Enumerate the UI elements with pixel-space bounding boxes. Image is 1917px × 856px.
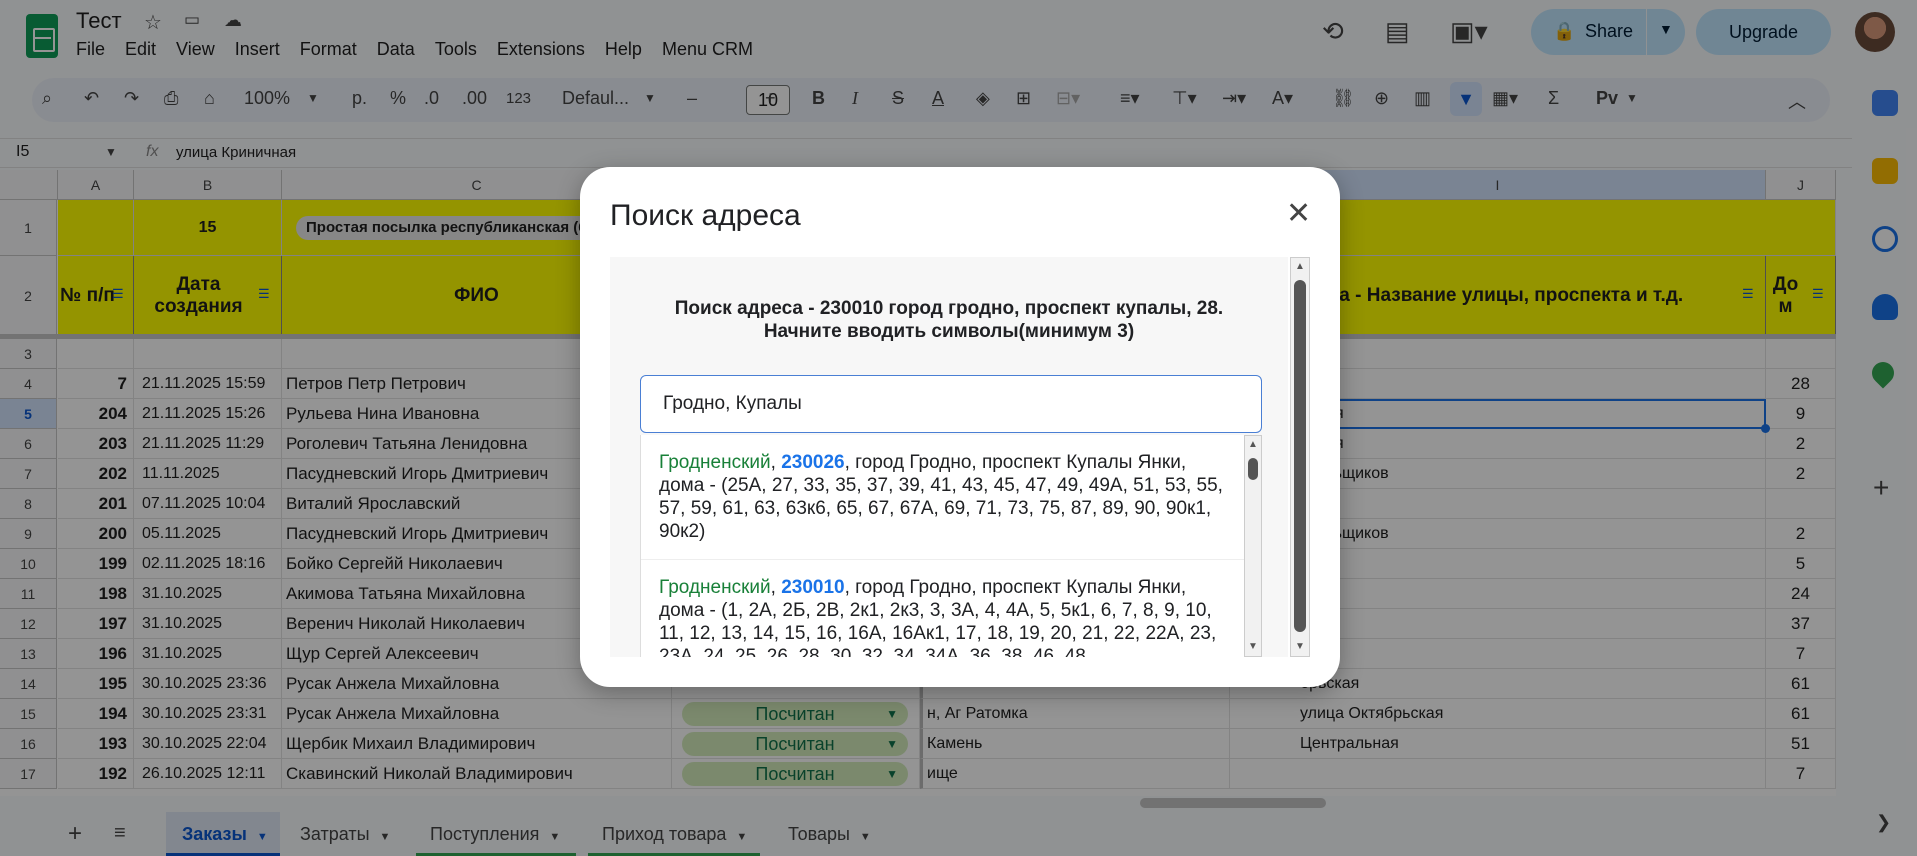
- address-search-input[interactable]: [640, 375, 1262, 433]
- dialog-scrollbar[interactable]: ▲ ▼: [1290, 257, 1310, 657]
- instruction-text: Поиск адреса - 230010 город гродно, прос…: [610, 297, 1288, 343]
- results-scrollbar[interactable]: ▲ ▼: [1244, 435, 1262, 657]
- instruction-line-1: Поиск адреса - 230010 город гродно, прос…: [674, 298, 1224, 319]
- scroll-up-icon[interactable]: ▲: [1245, 438, 1261, 452]
- result-region: Гродненский: [659, 452, 771, 473]
- instruction-line-2: Начните вводить символы(минимум 3): [763, 321, 1135, 342]
- address-result-item[interactable]: Гродненский, 230026, город Гродно, просп…: [641, 435, 1244, 560]
- address-results-list[interactable]: Гродненский, 230026, город Гродно, просп…: [640, 435, 1244, 657]
- result-zip: 230026: [781, 452, 845, 473]
- results-scroll-thumb[interactable]: [1248, 458, 1258, 480]
- scroll-down-icon[interactable]: ▼: [1245, 640, 1261, 654]
- dialog-body: Поиск адреса - 230010 город гродно, прос…: [610, 257, 1288, 657]
- address-search-dialog: Поиск адреса ✕ Поиск адреса - 230010 гор…: [580, 167, 1340, 687]
- scroll-up-icon[interactable]: ▲: [1291, 260, 1309, 274]
- close-icon[interactable]: ✕: [1286, 199, 1311, 229]
- scroll-down-icon[interactable]: ▼: [1291, 640, 1309, 654]
- address-result-item[interactable]: Гродненский, 230010, город Гродно, просп…: [641, 560, 1244, 657]
- result-region: Гродненский: [659, 577, 771, 598]
- result-zip: 230010: [781, 577, 845, 598]
- dialog-title: Поиск адреса: [610, 199, 801, 232]
- dialog-scroll-thumb[interactable]: [1294, 280, 1306, 632]
